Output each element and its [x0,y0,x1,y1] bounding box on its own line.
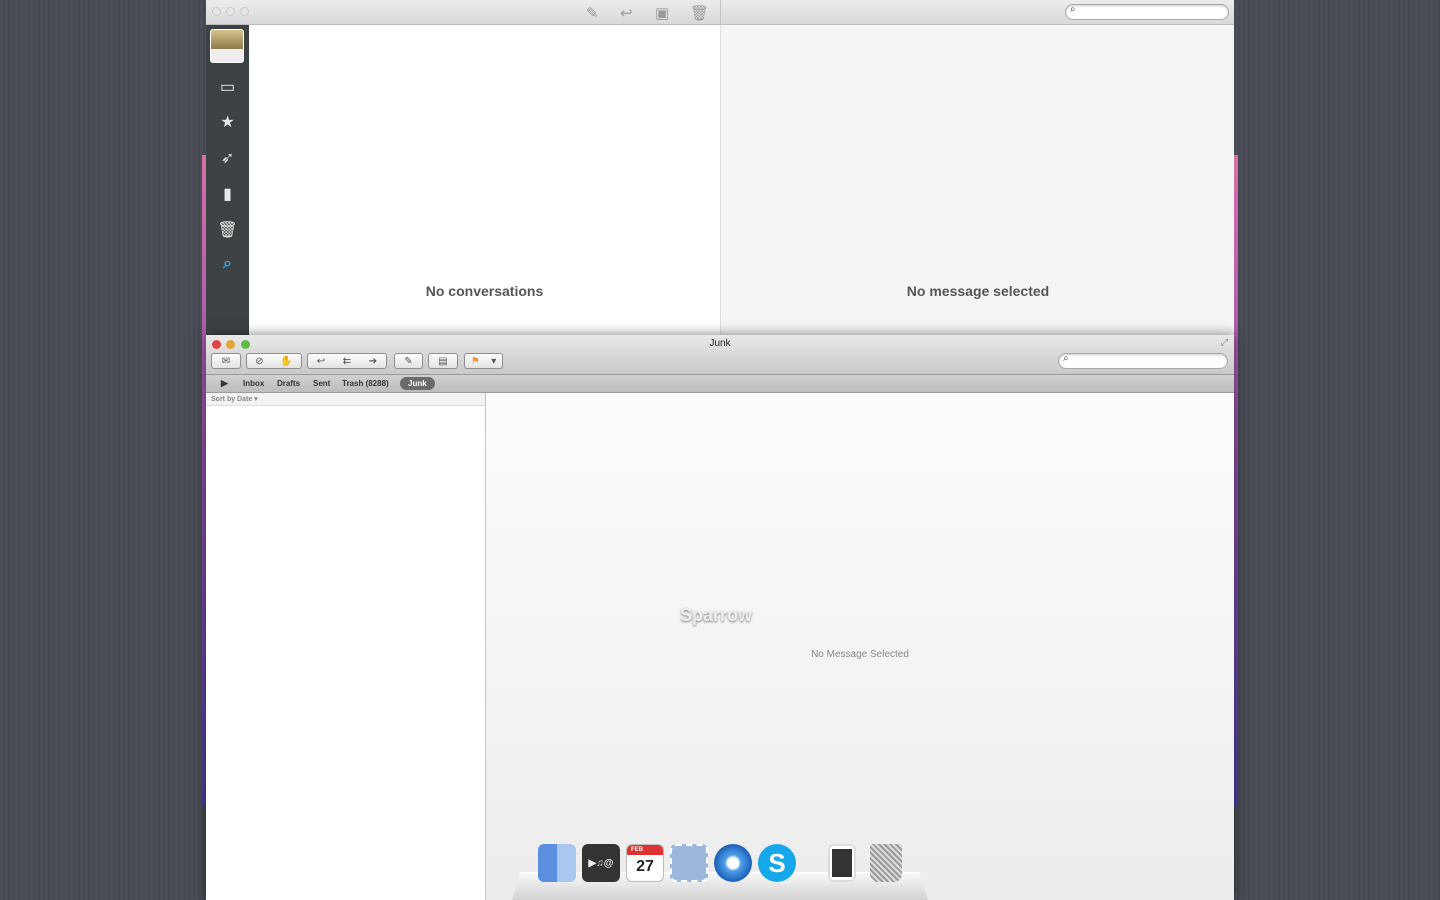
sparrow-window: ✎ ↩ ▣ 🗑 ⌕ ▭ ★ ➶ ▮ 🗑 ⌕ No conversations N… [206,0,1234,336]
fav-inbox[interactable]: Inbox [243,379,264,388]
sent-icon[interactable]: ➶ [206,148,249,168]
photo-icon[interactable] [828,844,856,882]
search-icon: ⌕ [1070,4,1076,15]
fav-junk[interactable]: Junk [400,377,435,390]
avatar[interactable] [210,29,244,63]
window-title: Junk [709,338,731,349]
search-icon: ⌕ [1063,353,1069,364]
fav-drafts[interactable]: Drafts [277,379,300,388]
compose-icon: ✎ [404,355,413,367]
search-icon[interactable]: ⌕ [206,255,249,273]
note-icon: ▤ [438,355,448,367]
get-mail-button[interactable]: ✉ [211,353,241,369]
reply-icon[interactable]: ↩ [317,356,325,367]
fullscreen-icon[interactable]: ⤢ [1221,337,1228,348]
no-message-text: No Message Selected [811,649,909,660]
inbox-icon[interactable]: ▭ [206,77,249,97]
compose-button[interactable]: ✎ [394,353,423,369]
calendar-icon[interactable]: FEB 27 [626,844,664,882]
fav-sent[interactable]: Sent [313,379,330,388]
skype-icon[interactable]: S [758,844,796,882]
star-icon[interactable]: ★ [206,112,249,132]
drafts-icon[interactable]: ▮ [206,184,249,204]
flag-icon: ⚑ [470,355,480,367]
finder-icon[interactable] [538,844,576,882]
block-icon[interactable]: ⊘ [255,356,263,367]
message-pane: No message selected [720,25,1234,336]
dashboard-icon[interactable]: ▶♫@ [582,844,620,882]
thumbs-down-icon[interactable]: ✋ [280,356,292,367]
note-button[interactable]: ▤ [428,353,458,369]
list-toolbar: ✎ ↩ ▣ 🗑 [206,0,720,25]
message-pane: Sparrow No Message Selected [486,393,1234,900]
envelope-icon: ✉ [221,355,231,367]
minimize-button[interactable] [226,7,235,16]
close-button[interactable] [212,7,221,16]
toolbar: Junk ⤢ ✉ ⊘ ✋ ↩ ⇇ ➔ ✎ ▤ ⚑ ▾ ⌕ [206,335,1234,375]
safari-icon[interactable] [714,844,752,882]
mail-window: Junk ⤢ ✉ ⊘ ✋ ↩ ⇇ ➔ ✎ ▤ ⚑ ▾ ⌕ ▶ Inbox Drafts … [206,335,1234,900]
reply-buttons[interactable]: ↩ ⇇ ➔ [307,353,387,369]
archive-icon[interactable]: ▣ [655,4,669,22]
reply-all-icon[interactable]: ⇇ [343,356,351,367]
desktop-edge [1234,155,1238,805]
sparrow-watermark: Sparrow [680,605,753,625]
calendar-day: 27 [636,858,654,875]
compose-icon[interactable]: ✎ [586,4,599,22]
search-input[interactable]: ⌕ [1065,4,1229,20]
show-mailboxes-icon[interactable]: ▶ [221,378,228,389]
reply-icon[interactable]: ↩ [620,4,633,22]
trash-icon[interactable]: 🗑 [690,4,709,22]
mail-icon[interactable] [670,844,708,882]
flag-button[interactable]: ⚑ ▾ [464,353,503,369]
chevron-down-icon: ▾ [491,355,497,367]
message-toolbar: ⌕ [720,0,1234,25]
search-input[interactable]: ⌕ [1058,353,1228,369]
zoom-button[interactable] [240,7,249,16]
forward-icon[interactable]: ➔ [369,356,377,367]
trash-icon[interactable]: 🗑 [206,220,249,240]
sort-by-date[interactable]: Sort by Date ▾ [206,393,485,406]
sidebar: ▭ ★ ➶ ▮ 🗑 ⌕ [206,25,249,336]
fav-trash[interactable]: Trash (8288) [342,379,389,388]
junk-buttons[interactable]: ⊘ ✋ [246,353,302,369]
trash-icon[interactable] [870,844,902,882]
dock: ▶♫@ FEB 27 S [512,840,928,900]
empty-message-text: No message selected [906,283,1050,299]
empty-list-text: No conversations [425,283,544,299]
message-list: Sort by Date ▾ [206,393,486,900]
favorites-bar: ▶ Inbox Drafts Sent Trash (8288) Junk [206,375,1234,393]
calendar-month: FEB [627,845,663,855]
